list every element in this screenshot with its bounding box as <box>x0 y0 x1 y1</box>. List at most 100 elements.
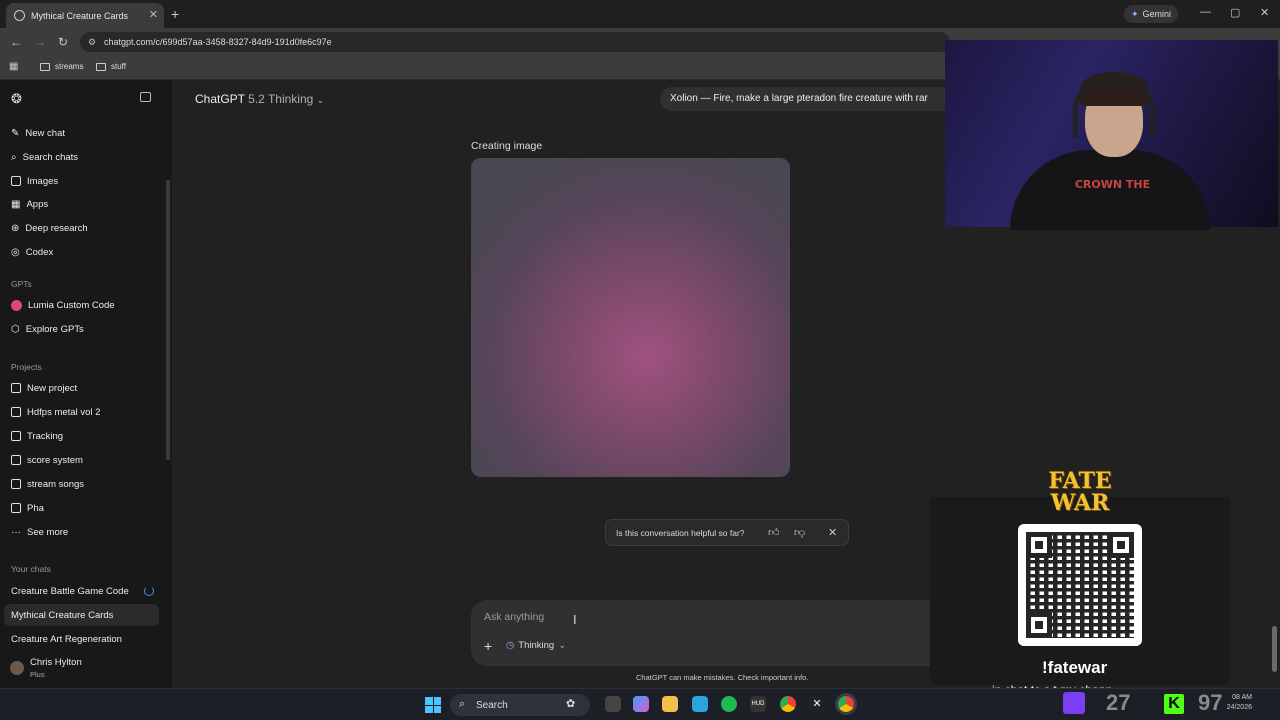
chevron-down-icon: ⌄ <box>316 95 325 105</box>
bookmark-stuff[interactable]: stuff <box>96 62 126 71</box>
chat-item-active[interactable]: Mythical Creature Cards <box>11 610 113 621</box>
taskbar-search[interactable]: ⌕ Search ✿ <box>450 694 590 716</box>
back-icon[interactable]: ← <box>10 35 22 49</box>
twitch-icon <box>1063 692 1085 714</box>
notepad-icon[interactable] <box>692 696 708 712</box>
clock-icon: ◷ <box>506 640 515 651</box>
sidebar-item-deep-research[interactable]: ⊛ Deep research <box>11 220 88 236</box>
chrome-active-icon[interactable] <box>838 696 854 712</box>
chrome-icon[interactable] <box>780 696 796 712</box>
sidebar-item-codex[interactable]: ◎ Codex <box>11 244 53 260</box>
forward-icon[interactable]: → <box>34 35 46 49</box>
gpts-heading: GPTs <box>11 279 32 289</box>
bookmark-label: streams <box>55 62 84 71</box>
window-close-icon[interactable]: ✕ <box>1260 6 1269 19</box>
sidebar-item-label: See more <box>27 526 69 538</box>
chat-item[interactable]: Creature Art Regeneration <box>11 634 122 645</box>
close-icon[interactable]: ✕ <box>828 526 837 539</box>
chatgpt-favicon-icon <box>14 10 25 21</box>
user-message-bubble: Xolion — Fire, make a large pteradon fir… <box>660 87 950 111</box>
apps-icon: ▦ <box>11 198 21 210</box>
thumbs-up-icon[interactable]: 👍︎ <box>768 526 780 539</box>
model-selector[interactable]: ChatGPT 5.2 Thinking ⌄ <box>195 92 324 106</box>
sidebar-item-images[interactable]: Images <box>11 173 58 189</box>
sidebar-item-see-more[interactable]: ··· See more <box>11 524 68 540</box>
image-generation-placeholder <box>471 158 790 477</box>
minimize-icon[interactable]: — <box>1200 6 1211 18</box>
image-icon <box>11 176 21 186</box>
new-tab-icon[interactable]: + <box>171 6 179 22</box>
user-name[interactable]: Chris Hylton <box>30 657 82 668</box>
spotify-icon[interactable] <box>721 696 737 712</box>
system-clock[interactable]: 08 AM 24/2026 <box>1224 693 1252 713</box>
apps-grid-icon[interactable]: ▦ <box>9 61 18 72</box>
file-explorer-icon[interactable] <box>662 696 678 712</box>
sidebar-toggle-icon[interactable] <box>140 92 151 102</box>
hudfx-icon[interactable]: HUD <box>750 696 766 712</box>
sidebar-item-search-chats[interactable]: ⌕ Search chats <box>11 149 78 165</box>
windows-start-icon[interactable] <box>425 697 441 713</box>
page-scrollbar[interactable] <box>1272 626 1277 672</box>
browser-tab-bar: Mythical Creature Cards ✕ + ✦ Gemini — ▢… <box>0 0 1280 28</box>
thinking-mode-button[interactable]: ◷ Thinking ⌄ <box>506 640 566 651</box>
sidebar-item-project[interactable]: Hdfps metal vol 2 <box>11 404 100 420</box>
maximize-icon[interactable]: ▢ <box>1230 6 1240 19</box>
reload-icon[interactable]: ↻ <box>58 35 68 49</box>
tab-title: Mythical Creature Cards <box>31 10 129 21</box>
logo-line-2: WAR <box>1050 490 1110 516</box>
add-attachment-icon[interactable]: + <box>484 638 492 654</box>
sidebar-item-label: Lumia Custom Code <box>28 299 115 311</box>
copilot-icon[interactable] <box>633 696 649 712</box>
chat-item[interactable]: Creature Battle Game Code <box>11 586 129 597</box>
address-bar[interactable]: ⚙ chatgpt.com/c/699d57aa-3458-8327-84d9-… <box>80 32 950 52</box>
openai-logo-icon[interactable]: ❂ <box>11 91 22 107</box>
chat-command-text: !fatewar <box>1042 658 1108 677</box>
thumbs-down-icon[interactable]: 👎︎ <box>794 526 805 539</box>
sidebar-item-lumia[interactable]: Lumia Custom Code <box>11 297 115 313</box>
bookmark-streams[interactable]: streams <box>40 62 83 71</box>
sidebar-item-new-chat[interactable]: ✎ New chat <box>11 125 65 141</box>
sidebar-item-new-project[interactable]: New project <box>11 380 77 396</box>
sidebar-item-project[interactable]: Pha <box>11 500 44 516</box>
sidebar-item-label: Explore GPTs <box>25 323 84 335</box>
qr-finder <box>1026 612 1052 638</box>
clock-time: 08 AM <box>1232 694 1252 701</box>
cube-icon: ⬡ <box>11 323 20 335</box>
task-view-icon[interactable] <box>605 696 621 712</box>
gemini-button[interactable]: ✦ Gemini <box>1124 5 1179 23</box>
folder-icon <box>11 431 21 441</box>
sidebar-item-project[interactable]: stream songs <box>11 476 84 492</box>
sidebar-item-project[interactable]: score system <box>11 452 83 468</box>
composer[interactable] <box>471 600 981 666</box>
x-app-icon[interactable]: ✕ <box>809 696 825 712</box>
sidebar-item-label: score system <box>27 454 83 466</box>
research-icon: ⊛ <box>11 222 20 234</box>
qr-finder <box>1026 532 1052 558</box>
browser-tab[interactable]: Mythical Creature Cards ✕ <box>6 3 164 28</box>
projects-heading: Projects <box>11 362 42 372</box>
sidebar-item-label: stream songs <box>27 478 85 490</box>
sidebar-item-apps[interactable]: ▦ Apps <box>11 196 48 212</box>
feedback-prompt: Is this conversation helpful so far? 👍︎ … <box>605 519 849 546</box>
qr-code <box>1018 524 1142 646</box>
taskbar-search-label: Search <box>476 699 508 711</box>
shirt-print: CROWN THE <box>1074 178 1151 191</box>
search-highlight-icon: ✿ <box>566 698 576 710</box>
logo-line-1: FATE <box>1048 468 1112 494</box>
sidebar-item-label: Codex <box>25 246 54 258</box>
model-version: 5.2 Thinking <box>248 92 314 106</box>
gemini-label: Gemini <box>1142 9 1172 19</box>
kick-icon: K <box>1164 694 1184 714</box>
avatar[interactable] <box>10 661 24 675</box>
sidebar-item-project[interactable]: Tracking <box>11 428 63 444</box>
sidebar-scrollbar[interactable] <box>166 180 170 460</box>
composer-input[interactable]: Ask anything <box>484 611 544 623</box>
sidebar-item-explore-gpts[interactable]: ⬡ Explore GPTs <box>11 321 84 337</box>
tab-close-icon[interactable]: ✕ <box>149 8 158 21</box>
sidebar-item-label: Images <box>27 175 59 187</box>
tray-counter: 27 <box>1106 690 1131 715</box>
bookmark-label: stuff <box>111 62 126 71</box>
sidebar-item-label: Tracking <box>27 430 64 442</box>
site-info-icon[interactable]: ⚙ <box>88 37 96 48</box>
thinking-label: Thinking <box>518 640 555 651</box>
